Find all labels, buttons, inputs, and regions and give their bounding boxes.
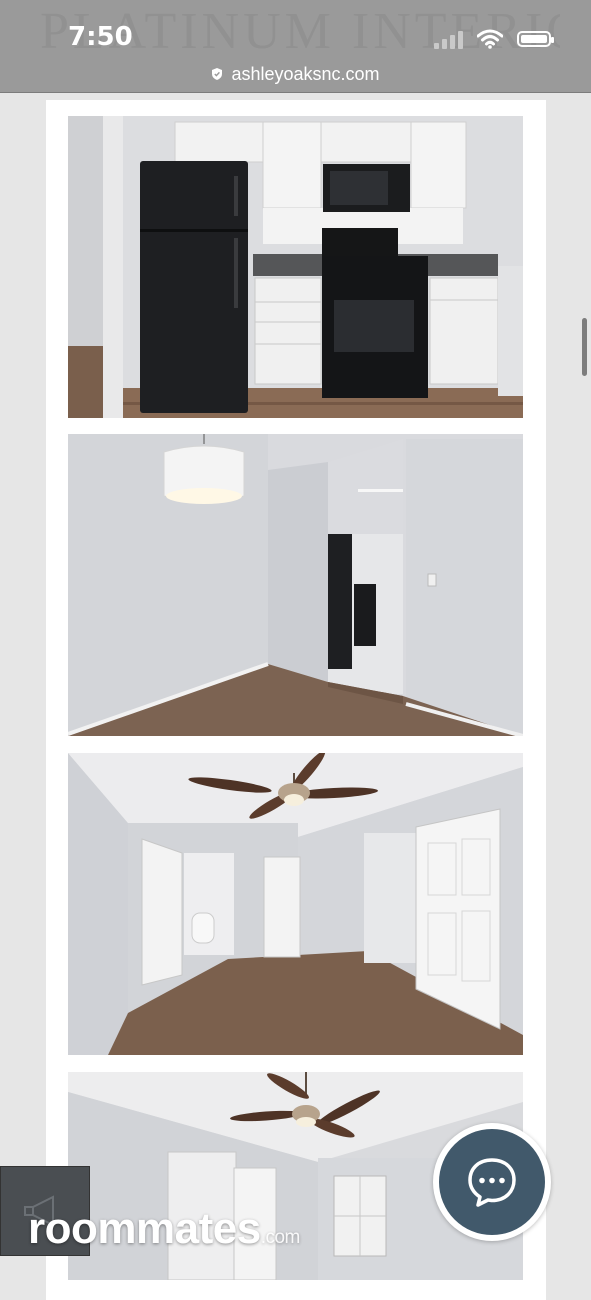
chat-button[interactable] [433, 1123, 551, 1241]
wifi-icon [477, 29, 503, 49]
gallery-photo-dining-area[interactable] [68, 434, 523, 736]
gallery-photo-bedroom[interactable] [68, 753, 523, 1055]
status-icons [434, 24, 554, 54]
chat-bubble-icon [468, 1158, 516, 1207]
browser-top-bar: PLATINUM INTERIORS 7:50 ashleyoaksnc.com [0, 0, 591, 93]
gallery-photo-kitchen[interactable] [68, 116, 523, 418]
watermark-brand: roommates.com [28, 1204, 300, 1254]
cellular-signal-icon [434, 29, 463, 49]
status-time: 7:50 [68, 22, 133, 52]
battery-icon [517, 31, 554, 47]
scrollbar-thumb[interactable] [582, 318, 587, 376]
watermark-brand-name: roommates [28, 1204, 261, 1253]
lock-icon [212, 68, 223, 80]
watermark-brand-suffix: .com [260, 1227, 301, 1248]
url-text: ashleyoaksnc.com [231, 64, 380, 84]
chat-button-inner [439, 1129, 545, 1235]
address-bar[interactable]: ashleyoaksnc.com [0, 64, 591, 85]
